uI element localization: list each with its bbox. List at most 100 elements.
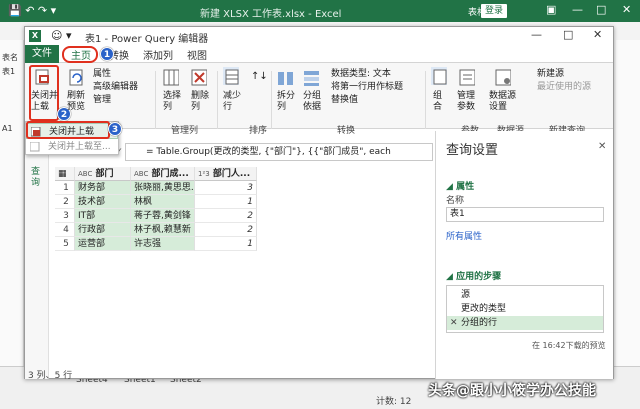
ribbon-separator [217, 71, 218, 129]
recent-sources-button[interactable]: 最近使用的源 [537, 82, 591, 93]
callout-badge-1: 1 [100, 47, 114, 61]
data-source-settings-icon[interactable] [495, 69, 511, 87]
ribbon-display-icon[interactable]: ▣ [546, 3, 556, 16]
group-label-sort: 排序 [249, 126, 268, 136]
menu-item-close-load-to[interactable]: 关闭并上载至... [26, 139, 118, 155]
pq-maximize-icon[interactable]: □ [563, 28, 573, 41]
refresh-preview-button[interactable]: 刷新 预览 [67, 91, 85, 113]
row-number[interactable]: 1 [55, 181, 75, 195]
table-cell[interactable]: 张晓丽,黄思思... [131, 181, 195, 195]
excel-close-icon[interactable]: ✕ [622, 3, 631, 16]
table-cell[interactable]: IT部 [75, 209, 131, 223]
table-cell[interactable]: 行政部 [75, 223, 131, 237]
replace-values-button[interactable]: 替换值 [331, 95, 358, 106]
query-nav-label[interactable]: 查询 [31, 167, 41, 189]
table-cell[interactable]: 3 [195, 181, 257, 195]
pq-window-title: 表1 - Power Query 编辑器 [85, 34, 209, 45]
excel-left-strip: 表名 表1 A1 [0, 40, 24, 380]
row-number[interactable]: 3 [55, 209, 75, 223]
reduce-rows-button[interactable]: 减少 行 [223, 91, 241, 113]
advanced-editor-button[interactable]: 高级编辑器 [93, 82, 138, 93]
formula-text: = Table.Group(更改的类型, {"部门"}, {{"部门成员", e… [146, 147, 391, 157]
applied-step[interactable]: 源 [447, 288, 603, 302]
query-name-field[interactable]: 表1 [446, 207, 604, 222]
close-load-button[interactable]: 关闭并 上载 [31, 91, 58, 113]
table-cell[interactable]: 2 [195, 209, 257, 223]
excel-minimize-icon[interactable]: — [572, 3, 583, 16]
column-header[interactable]: 1²3 部门人... [195, 167, 257, 181]
split-column-button[interactable]: 拆分 列 [277, 91, 295, 113]
table-cell[interactable]: 财务部 [75, 181, 131, 195]
group-label-transform: 转换 [337, 126, 356, 136]
properties-section-header[interactable]: ◢ 属性 [446, 179, 474, 192]
excel-quick-access[interactable]: 💾 ↶ ↷ ▾ [8, 4, 56, 17]
power-query-window: X ☺ ▾ 表1 - Power Query 编辑器 — □ ✕ 文件 主页 转… [24, 26, 614, 379]
table-cell[interactable]: 1 [195, 195, 257, 209]
applied-steps-list: 源 更改的类型 ✕ 分组的行 [446, 285, 604, 333]
excel-name-box[interactable]: 表1 [2, 66, 15, 77]
settings-close-icon[interactable]: ✕ [598, 141, 606, 152]
tab-home[interactable]: 主页 [71, 47, 91, 62]
excel-login-button[interactable]: 登录 [481, 4, 507, 18]
excel-title-bar: 💾 ↶ ↷ ▾ 新建 XLSX 工作表.xlsx - Excel 表格工具 登录… [0, 0, 640, 22]
new-source-button[interactable]: 新建源 [537, 69, 564, 80]
ribbon-separator [271, 71, 272, 129]
applied-steps-header[interactable]: ◢ 应用的步骤 [446, 269, 501, 282]
excel-restore-icon[interactable]: □ [596, 3, 606, 16]
table-cell[interactable]: 2 [195, 223, 257, 237]
excel-cell-ref[interactable]: A1 [2, 124, 13, 133]
pq-minimize-icon[interactable]: — [531, 28, 542, 41]
table-cell[interactable]: 林子枫,赖慧新 [131, 223, 195, 237]
table-cell[interactable]: 林枫 [131, 195, 195, 209]
remove-columns-button[interactable]: 删除 列 [191, 91, 209, 113]
pq-close-icon[interactable]: ✕ [593, 28, 602, 41]
split-column-icon[interactable] [277, 69, 293, 87]
grid-corner[interactable]: ▦ [55, 167, 75, 181]
reduce-rows-icon[interactable] [223, 67, 239, 85]
watermark: 头条@跟小小筱学办公技能 [428, 383, 596, 399]
smiley-feedback-icon[interactable]: ☺ ▾ [51, 29, 72, 42]
manage-params-icon[interactable] [459, 69, 475, 87]
data-type-dropdown[interactable]: 数据类型: 文本 [331, 69, 391, 80]
tab-add-column[interactable]: 添加列 [143, 47, 173, 62]
applied-step-selected[interactable]: ✕ 分组的行 [447, 316, 603, 330]
group-by-button[interactable]: 分组 依据 [303, 91, 321, 113]
pq-status-preview-time: 在 16:42下载的预览 [532, 341, 606, 350]
table-cell[interactable]: 运营部 [75, 237, 131, 251]
column-header[interactable]: ABC 部门 [75, 167, 131, 181]
excel-status-count: 计数: 12 [376, 397, 412, 407]
manage-params-button[interactable]: 管理 参数 [457, 91, 475, 113]
table-cell[interactable]: 许志强 [131, 237, 195, 251]
applied-step[interactable]: 更改的类型 [447, 302, 603, 316]
excel-right-strip [616, 40, 640, 370]
properties-button[interactable]: 属性 [93, 69, 111, 80]
excel-name-label: 表名 [2, 53, 18, 62]
close-load-menu-highlight [26, 121, 110, 139]
row-number[interactable]: 4 [55, 223, 75, 237]
choose-columns-button[interactable]: 选择 列 [163, 91, 181, 113]
refresh-icon[interactable] [69, 69, 85, 87]
choose-columns-icon[interactable] [163, 69, 179, 87]
row-number[interactable]: 5 [55, 237, 75, 251]
formula-bar[interactable]: = Table.Group(更改的类型, {"部门"}, {{"部门成员", e… [125, 143, 433, 161]
data-source-settings-button[interactable]: 数据源 设置 [489, 91, 516, 113]
column-header[interactable]: ABC 部门成... [131, 167, 195, 181]
delete-step-icon[interactable]: ✕ [450, 316, 458, 330]
combine-button[interactable]: 组 合 [433, 91, 442, 113]
table-cell[interactable]: 技术部 [75, 195, 131, 209]
tab-view[interactable]: 视图 [187, 47, 207, 62]
pq-ribbon: 关闭并 上载 2 刷新 预览 属性 高级编辑器 管理 选择 列 删除 列 减少 … [25, 63, 613, 136]
remove-columns-icon[interactable] [191, 69, 207, 87]
tab-file[interactable]: 文件 [25, 45, 59, 63]
close-load-icon[interactable] [35, 69, 51, 87]
all-properties-link[interactable]: 所有属性 [446, 229, 482, 242]
table-cell[interactable]: 1 [195, 237, 257, 251]
table-cell[interactable]: 蒋子蓉,黄剑锋 [131, 209, 195, 223]
first-row-header-button[interactable]: 将第一行用作标题 [331, 82, 403, 93]
sort-asc-icon[interactable]: ↑↓ [251, 71, 268, 82]
combine-icon[interactable] [431, 67, 447, 85]
group-by-icon[interactable] [303, 69, 319, 87]
manage-button[interactable]: 管理 [93, 95, 111, 106]
query-navigator[interactable]: 查询 [25, 147, 49, 379]
row-number[interactable]: 2 [55, 195, 75, 209]
